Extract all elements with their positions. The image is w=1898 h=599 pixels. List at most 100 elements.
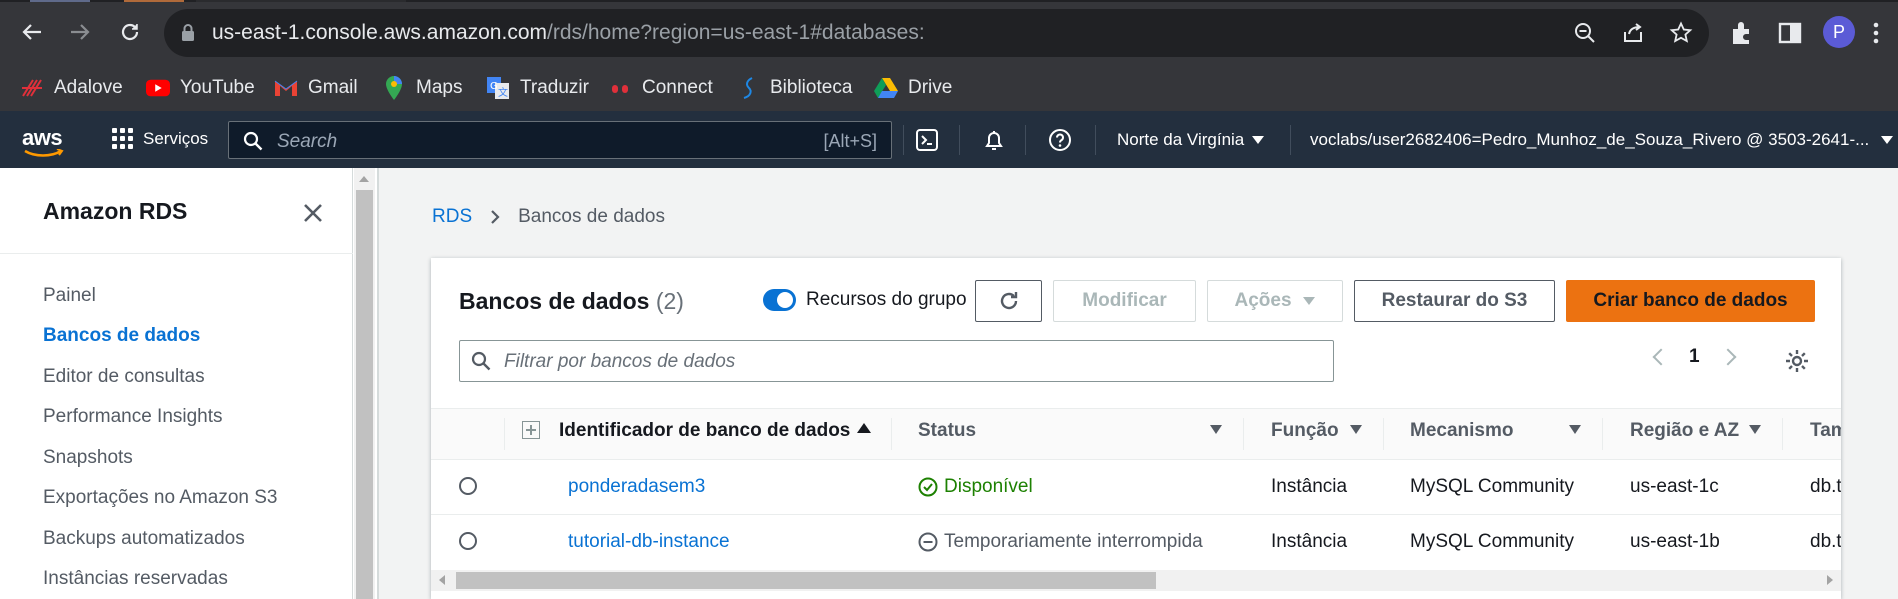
- sidebar-scrollbar[interactable]: [354, 168, 375, 599]
- bookmark-adalove[interactable]: Adalove: [20, 74, 123, 102]
- bookmark-traduzir[interactable]: G文 Traduzir: [486, 74, 589, 102]
- row-select-radio[interactable]: [459, 532, 477, 550]
- page-number[interactable]: 1: [1689, 346, 1700, 368]
- refresh-icon: [1000, 292, 1017, 310]
- side-panel-icon[interactable]: [1776, 19, 1804, 47]
- zoom-out-icon[interactable]: [1573, 21, 1597, 45]
- column-status[interactable]: Status: [918, 420, 976, 442]
- share-icon[interactable]: [1621, 21, 1645, 45]
- reload-button[interactable]: [112, 14, 148, 50]
- bookmark-gmail[interactable]: Gmail: [274, 74, 358, 102]
- grid-icon: [112, 128, 133, 149]
- address-bar[interactable]: us-east-1.console.aws.amazon.com/rds/hom…: [164, 9, 1709, 57]
- chevron-right-icon: [491, 210, 500, 224]
- caret-down-icon: [1881, 136, 1894, 144]
- chevron-left-icon[interactable]: [1652, 348, 1670, 366]
- sidebar-item-performance-insights[interactable]: Performance Insights: [43, 406, 223, 428]
- cloudshell-icon: [916, 129, 938, 151]
- db-identifier-link[interactable]: ponderadasem3: [568, 476, 705, 498]
- adalove-icon: [20, 76, 44, 100]
- sort-icon[interactable]: [1569, 425, 1581, 434]
- bookmark-maps[interactable]: Maps: [382, 74, 462, 102]
- bookmark-youtube[interactable]: YouTube: [146, 74, 255, 102]
- sort-icon[interactable]: [1350, 425, 1362, 434]
- toggle-label: Recursos do grupo: [806, 289, 967, 310]
- sidebar-item-painel[interactable]: Painel: [43, 285, 96, 307]
- cloudshell-button[interactable]: [914, 127, 940, 153]
- bookmark-biblioteca[interactable]: Biblioteca: [736, 74, 852, 102]
- column-role[interactable]: Função: [1271, 420, 1339, 442]
- more-menu-icon[interactable]: [1873, 22, 1879, 44]
- engine-cell: MySQL Community: [1410, 476, 1574, 497]
- column-engine[interactable]: Mecanismo: [1410, 420, 1513, 442]
- sidebar-item-bancos-de-dados[interactable]: Bancos de dados: [43, 325, 200, 347]
- database-filter-input[interactable]: Filtrar por bancos de dados: [459, 340, 1334, 382]
- column-region[interactable]: Região e AZ: [1630, 420, 1739, 442]
- search-icon: [471, 351, 491, 371]
- bookmark-connect[interactable]: Connect: [608, 74, 713, 102]
- help-button[interactable]: [1047, 127, 1073, 153]
- sort-icon[interactable]: [1210, 425, 1222, 434]
- divider: [1383, 418, 1384, 450]
- aws-logo[interactable]: aws: [22, 125, 63, 151]
- sidebar-item-instancias-reservadas[interactable]: Instâncias reservadas: [43, 568, 228, 590]
- connect-icon: [608, 76, 632, 100]
- search-shortcut: [Alt+S]: [823, 131, 877, 151]
- restore-from-s3-button[interactable]: Restaurar do S3: [1354, 280, 1555, 322]
- sidebar-item-snapshots[interactable]: Snapshots: [43, 447, 133, 469]
- modify-button[interactable]: Modificar: [1053, 280, 1196, 322]
- panel-title: Bancos de dados (2): [459, 288, 684, 315]
- back-button[interactable]: [14, 14, 50, 50]
- region-cell: us-east-1b: [1630, 531, 1720, 552]
- stopped-icon: [918, 532, 938, 552]
- account-label: voclabs/user2682406=Pedro_Munhoz_de_Souz…: [1310, 130, 1870, 149]
- profile-avatar[interactable]: P: [1823, 16, 1855, 48]
- actions-button[interactable]: Ações: [1207, 280, 1343, 322]
- row-select-radio[interactable]: [459, 477, 477, 495]
- bookmark-label: Adalove: [54, 77, 123, 98]
- gmail-icon: [274, 76, 298, 100]
- aws-console-header: aws Serviços Search [Alt+S] Norte da Vir…: [0, 111, 1898, 168]
- account-menu[interactable]: voclabs/user2682406=Pedro_Munhoz_de_Souz…: [1310, 130, 1894, 150]
- breadcrumb-rds[interactable]: RDS: [432, 206, 472, 228]
- table-horizontal-scrollbar[interactable]: [431, 570, 1841, 591]
- library-icon: [736, 76, 760, 100]
- sidebar-item-backups-automatizados[interactable]: Backups automatizados: [43, 528, 245, 550]
- chevron-right-icon[interactable]: [1719, 348, 1737, 366]
- rds-sidebar: Amazon RDS Painel Bancos de dados Editor…: [0, 168, 353, 599]
- console-search-input[interactable]: Search [Alt+S]: [228, 121, 892, 159]
- gear-icon[interactable]: [1784, 348, 1810, 374]
- sort-ascending-icon[interactable]: [857, 423, 871, 433]
- divider: [959, 125, 960, 155]
- refresh-button[interactable]: [975, 280, 1042, 322]
- region-cell: us-east-1c: [1630, 476, 1719, 497]
- sidebar-item-exportacoes-s3[interactable]: Exportações no Amazon S3: [43, 487, 277, 509]
- youtube-icon: [146, 76, 170, 100]
- extensions-icon[interactable]: [1728, 19, 1756, 47]
- filter-placeholder: Filtrar por bancos de dados: [504, 351, 736, 372]
- group-resources-toggle[interactable]: [763, 289, 796, 311]
- notifications-button[interactable]: [981, 127, 1007, 153]
- sidebar-item-editor-de-consultas[interactable]: Editor de consultas: [43, 366, 205, 388]
- status-badge: Temporariamente interrompida: [918, 531, 1203, 553]
- create-database-button[interactable]: Criar banco de dados: [1566, 280, 1815, 322]
- services-menu[interactable]: Serviços: [112, 128, 208, 149]
- row-divider: [431, 514, 1841, 515]
- region-selector[interactable]: Norte da Virgínia: [1117, 130, 1265, 150]
- lock-icon: [182, 24, 194, 41]
- column-identifier[interactable]: Identificador de banco de dados: [559, 420, 850, 442]
- services-label: Serviços: [143, 128, 209, 148]
- column-size[interactable]: Tam: [1810, 420, 1841, 442]
- translate-icon: G文: [486, 76, 510, 100]
- divider: [504, 418, 505, 450]
- bookmark-drive[interactable]: Drive: [874, 74, 952, 102]
- bell-icon: [985, 131, 1003, 150]
- close-icon[interactable]: [298, 198, 328, 228]
- size-cell: db.t: [1810, 531, 1841, 552]
- forward-button[interactable]: [62, 14, 98, 50]
- star-icon[interactable]: [1669, 21, 1693, 45]
- maps-icon: [382, 76, 406, 100]
- db-identifier-link[interactable]: tutorial-db-instance: [568, 531, 730, 553]
- expand-all-icon[interactable]: [522, 421, 540, 439]
- sort-icon[interactable]: [1749, 425, 1761, 434]
